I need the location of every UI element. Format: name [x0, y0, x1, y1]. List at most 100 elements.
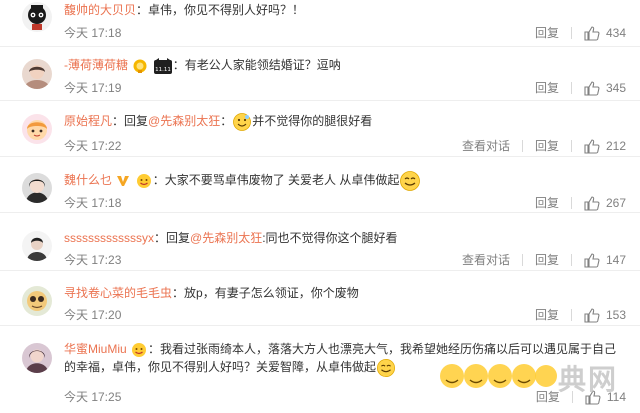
emoji-badge-icon — [131, 342, 147, 358]
mention-link[interactable]: @先森别太狂 — [148, 114, 220, 128]
divider — [570, 309, 572, 321]
avatar[interactable] — [22, 114, 52, 144]
reply-button[interactable]: 回复 — [536, 388, 560, 406]
divider — [570, 82, 572, 94]
comment-time: 今天 17:19 — [64, 81, 122, 95]
like-count: 147 — [605, 253, 626, 267]
divider — [521, 254, 523, 266]
avatar[interactable] — [22, 59, 52, 89]
reply-prefix: ：回复 — [112, 114, 149, 129]
comment-actions: 回复 434 — [535, 24, 626, 42]
comment-username[interactable]: sssssssssssssyx — [64, 231, 154, 245]
smile-emoji-icon — [232, 112, 252, 132]
cartoon-girl-avatar-icon — [22, 114, 52, 144]
comment-text: 魏什么乜 ：大家不要骂卓伟废物了 关爱老人 从卓伟做起 — [64, 170, 626, 192]
comment-meta: 今天 17:23 查看对话 回复 147 — [64, 251, 626, 269]
divider — [570, 140, 572, 152]
divider — [570, 254, 572, 266]
like-count: 345 — [605, 81, 626, 95]
reply-button[interactable]: 回复 — [535, 194, 559, 212]
thumbs-up-icon — [584, 307, 600, 323]
like-count: 153 — [605, 308, 626, 322]
comment-content: ：大家不要骂卓伟废物了 关爱老人 从卓伟做起 — [152, 173, 400, 188]
comment-text: 华蜜MiuMiu ：我看过张雨绮本人，落落大方人也漂亮大气，我希望她经历伤痛以后… — [64, 340, 626, 378]
comment-item: 华蜜MiuMiu ：我看过张雨绮本人，落落大方人也漂亮大气，我希望她经历伤痛以后… — [0, 326, 640, 413]
divider — [571, 391, 573, 403]
user-photo-icon — [22, 59, 52, 89]
comment-meta: 今天 17:20 回复 153 — [64, 306, 626, 324]
comment-content: ： — [220, 114, 233, 129]
like-count: 114 — [606, 390, 626, 404]
comment-time: 今天 17:22 — [64, 139, 122, 153]
comment-username[interactable]: 寻找卷心菜的毛毛虫 — [64, 286, 172, 300]
comment-item: 魏什么乜 ：大家不要骂卓伟废物了 关爱老人 从卓伟做起 今天 17:18 回复 … — [0, 157, 640, 213]
comment-item: -薄荷薄荷糖 11.11 ：有老公人家能领结婚证？逗呐 今天 17:19 回复 … — [0, 47, 640, 101]
like-button[interactable]: 153 — [584, 307, 626, 323]
vip-v-icon — [116, 174, 130, 188]
gold-badge-icon — [132, 58, 148, 74]
reply-button[interactable]: 回复 — [535, 137, 559, 155]
comment-actions: 回复 114 — [536, 388, 626, 406]
comment-time: 今天 17:20 — [64, 308, 122, 322]
divider — [570, 197, 572, 209]
comment-actions: 查看对话 回复 147 — [462, 251, 626, 269]
view-conversation-button[interactable]: 查看对话 — [462, 137, 510, 155]
comment-content-after: 并不觉得你的腿很好看 — [252, 114, 373, 129]
comment-username[interactable]: 原始程凡 — [64, 114, 112, 128]
avatar[interactable] — [22, 231, 52, 261]
reply-button[interactable]: 回复 — [535, 24, 559, 42]
like-button[interactable]: 345 — [584, 80, 626, 96]
comment-content: ：放p，有妻子怎么领证，你个废物 — [172, 286, 359, 300]
user-photo-icon — [22, 173, 52, 203]
thumbs-up-icon — [584, 80, 600, 96]
comment-text: -薄荷薄荷糖 11.11 ：有老公人家能领结婚证？逗呐 — [64, 56, 626, 74]
comment-username[interactable]: 魏什么乜 — [64, 173, 112, 187]
grin-emoji-icon — [399, 170, 421, 192]
comment-actions: 回复 345 — [535, 79, 626, 97]
view-conversation-button[interactable]: 查看对话 — [462, 251, 510, 269]
avatar[interactable] — [22, 286, 52, 316]
reply-button[interactable]: 回复 — [535, 306, 559, 324]
reply-prefix: ：回复 — [154, 231, 191, 245]
like-count: 434 — [605, 26, 626, 40]
mention-link[interactable]: @先森别太狂 — [190, 231, 262, 245]
comment-text: 馥帅的大贝贝：卓伟，你见不得别人好吗？！ — [64, 1, 626, 19]
thumbs-up-icon — [585, 389, 601, 405]
badge-label: 11.11 — [155, 67, 171, 73]
comment-meta: 今天 17:18 回复 267 — [64, 194, 626, 212]
avatar[interactable] — [22, 343, 52, 373]
like-button[interactable]: 267 — [584, 195, 626, 211]
avatar[interactable] — [22, 173, 52, 203]
comment-username[interactable]: -薄荷薄荷糖 — [64, 58, 128, 72]
reply-button[interactable]: 回复 — [535, 79, 559, 97]
comment-username[interactable]: 馥帅的大贝贝 — [64, 3, 136, 17]
comment-feed: 馥帅的大贝贝：卓伟，你见不得别人好吗？！ 今天 17:18 回复 434 -薄荷… — [0, 0, 640, 413]
comment-item: 馥帅的大贝贝：卓伟，你见不得别人好吗？！ 今天 17:18 回复 434 — [0, 0, 640, 47]
like-button[interactable]: 212 — [584, 138, 626, 154]
comment-actions: 查看对话 回复 212 — [462, 137, 626, 155]
thumbs-up-icon — [584, 138, 600, 154]
comment-item: sssssssssssssyx：回复@先森别太狂:同也不觉得你这个腿好看 今天 … — [0, 213, 640, 271]
reply-button[interactable]: 回复 — [535, 251, 559, 269]
user-photo-icon — [22, 286, 52, 316]
comment-content: :同也不觉得你这个腿好看 — [262, 231, 398, 245]
thumbs-up-icon — [584, 252, 600, 268]
divider — [521, 140, 523, 152]
thumbs-up-icon — [584, 195, 600, 211]
comment-username[interactable]: 华蜜MiuMiu — [64, 342, 127, 356]
comment-content: ：卓伟，你见不得别人好吗？！ — [136, 3, 305, 17]
like-count: 267 — [605, 196, 626, 210]
like-count: 212 — [605, 139, 626, 153]
user-photo-icon — [22, 231, 52, 261]
comment-content: ：有老公人家能领结婚证？逗呐 — [172, 58, 341, 72]
comment-meta: 今天 17:18 回复 434 — [64, 24, 626, 42]
like-button[interactable]: 114 — [585, 389, 626, 405]
comment-meta: 今天 17:19 回复 345 — [64, 79, 626, 97]
like-button[interactable]: 434 — [584, 25, 626, 41]
avatar[interactable] — [22, 2, 52, 32]
divider — [570, 27, 572, 39]
comment-text: 寻找卷心菜的毛毛虫：放p，有妻子怎么领证，你个废物 — [64, 284, 626, 302]
comment-text: 原始程凡：回复@先森别太狂： 并不觉得你的腿很好看 — [64, 112, 626, 132]
like-button[interactable]: 147 — [584, 252, 626, 268]
comment-actions: 回复 153 — [535, 306, 626, 324]
